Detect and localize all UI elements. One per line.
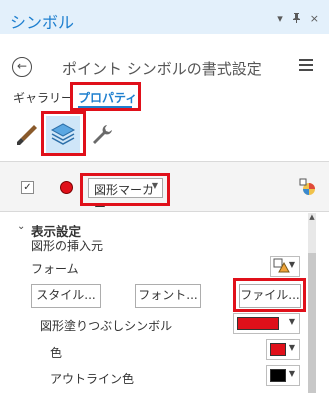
color-label: 色: [50, 346, 63, 360]
color-dropdown[interactable]: ▼: [266, 339, 300, 360]
file-button[interactable]: ファイル...: [239, 284, 301, 308]
paintbrush-icon[interactable]: [14, 122, 40, 148]
symbol-layer-row: ✓ 図形マーカー ▼: [0, 162, 329, 214]
fill-symbol-label: 図形塗りつぶしシンボル: [40, 319, 173, 333]
scrollbar-thumb[interactable]: [308, 253, 316, 393]
tab-active-underline: [78, 106, 132, 108]
layer-visible-checkbox[interactable]: ✓: [21, 181, 34, 194]
symbol-picker-icon[interactable]: [299, 178, 317, 196]
panel-title: ポイント シンボルの書式設定: [62, 60, 262, 78]
chevron-down-icon: ▼: [151, 181, 158, 190]
scroll-up-icon[interactable]: ▲: [308, 213, 316, 223]
vertical-scrollbar[interactable]: ▲: [308, 213, 316, 393]
collapse-chevron-icon[interactable]: ⌄: [17, 221, 25, 232]
tab-bar: ギャラリー プロパティ: [0, 87, 329, 109]
layers-icon: [50, 123, 76, 145]
hamburger-icon[interactable]: [299, 59, 313, 71]
marker-type-value: 図形マーカー: [94, 183, 155, 214]
pane-title: シンボル: [10, 13, 75, 32]
chevron-down-icon: ▼: [288, 317, 295, 326]
appearance-section: ⌄ 表示設定 図形の挿入元 フォーム ▼ スタイル... フォント... ファイ…: [0, 213, 329, 393]
pane-menu-icon[interactable]: ▾: [277, 12, 283, 26]
form-label: フォーム: [31, 262, 79, 276]
pin-icon[interactable]: [292, 12, 301, 26]
chevron-down-icon: ▼: [288, 343, 295, 352]
layers-tab-button[interactable]: [46, 116, 80, 154]
property-icon-toolbar: [0, 114, 329, 156]
outline-color-swatch: [270, 369, 286, 382]
fill-symbol-dropdown[interactable]: ▼: [233, 313, 300, 334]
back-arrow-icon[interactable]: ←: [12, 57, 32, 77]
tab-properties[interactable]: プロパティ: [78, 89, 137, 106]
chevron-down-icon: ▼: [288, 260, 295, 269]
pane-titlebar: シンボル ▾ ×: [0, 0, 329, 34]
panel-header: ← ポイント シンボルの書式設定: [0, 55, 329, 81]
chevron-down-icon: ▼: [288, 369, 295, 378]
marker-preview-swatch: [60, 181, 73, 194]
insert-from-label: 図形の挿入元: [31, 239, 104, 253]
style-button[interactable]: スタイル...: [31, 284, 101, 308]
marker-type-dropdown[interactable]: 図形マーカー ▼: [88, 178, 163, 214]
wrench-icon[interactable]: [89, 122, 115, 148]
close-icon[interactable]: ×: [310, 12, 319, 26]
color-swatch: [270, 343, 286, 356]
outline-color-dropdown[interactable]: ▼: [266, 365, 300, 386]
tab-gallery[interactable]: ギャラリー: [13, 89, 73, 106]
window-controls: ▾ ×: [277, 12, 319, 26]
outline-color-label: アウトライン色: [50, 372, 135, 386]
form-shape-dropdown[interactable]: ▼: [270, 256, 300, 277]
fill-symbol-swatch: [237, 317, 279, 330]
font-button[interactable]: フォント...: [135, 284, 201, 308]
